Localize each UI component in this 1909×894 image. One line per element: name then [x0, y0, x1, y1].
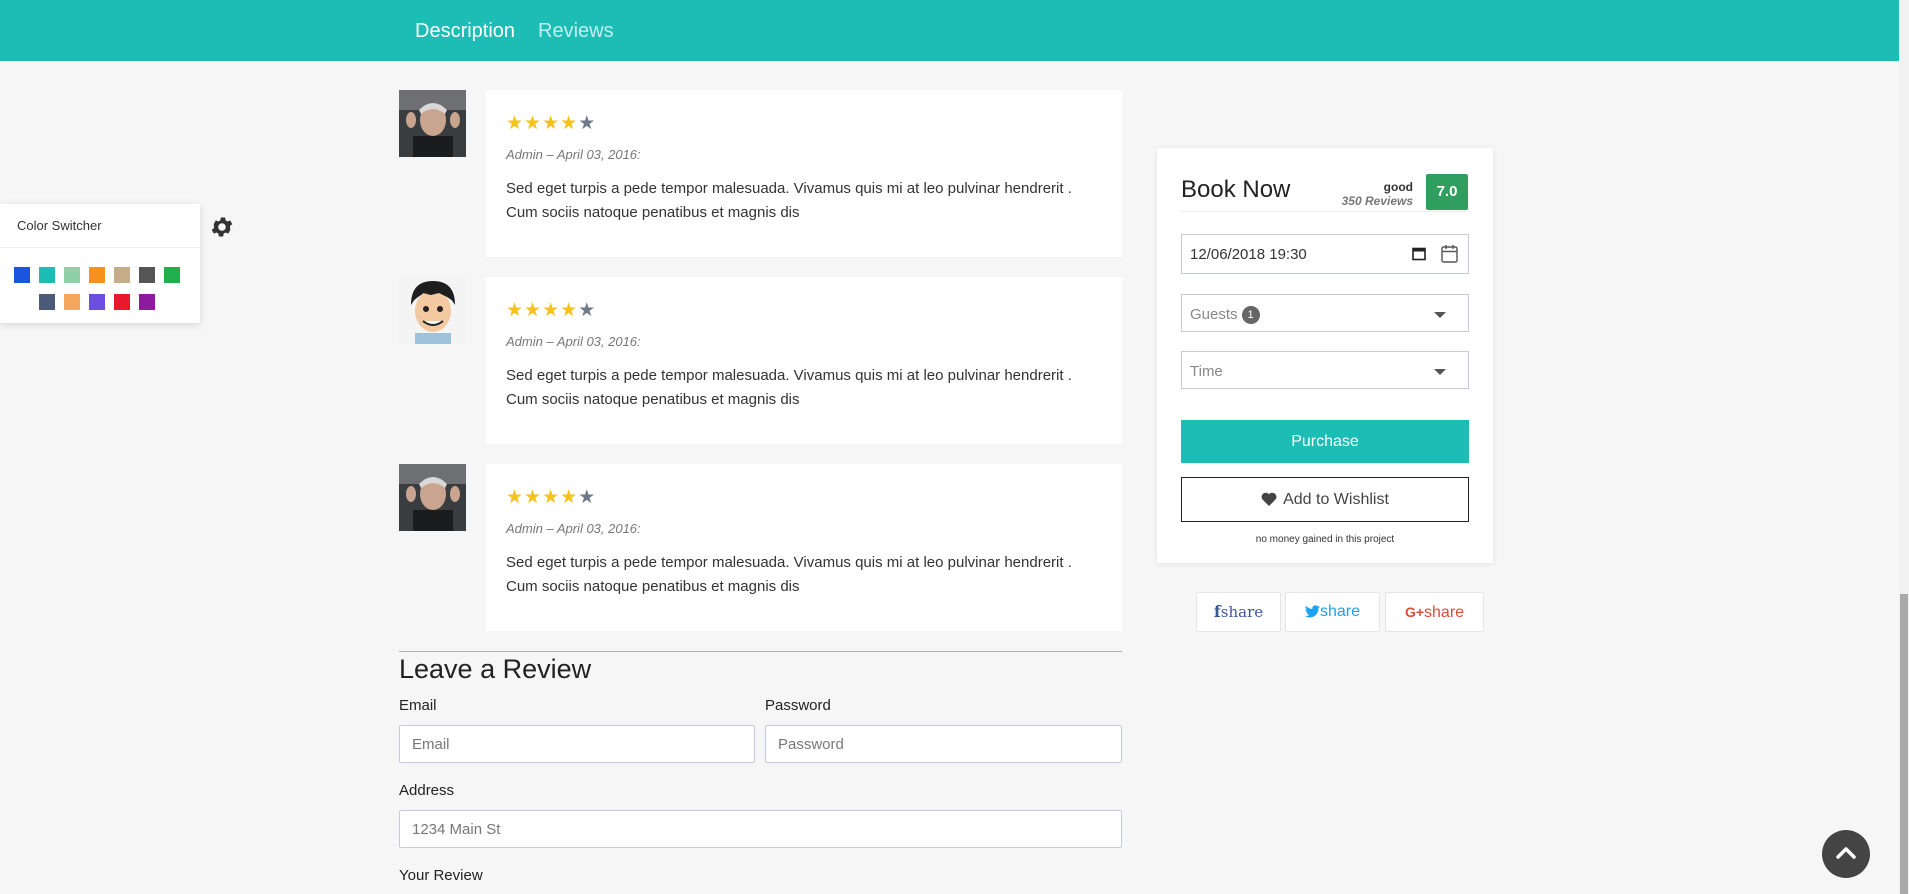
leave-review-heading: Leave a Review [399, 654, 592, 684]
color-swatch-gray[interactable] [139, 267, 155, 283]
star-icon: ★ [578, 487, 597, 508]
review-card: ★★★★★ Admin – April 03, 2016: Sed eget t… [486, 90, 1122, 257]
facebook-icon: f [1213, 602, 1221, 621]
back-to-top-button[interactable] [1822, 830, 1870, 878]
avatar [399, 277, 466, 344]
facebook-share-button[interactable]: fshare [1196, 592, 1281, 632]
guests-label: Guests 1 [1190, 306, 1260, 324]
datetime-input[interactable]: 12/06/2018 19:30 [1181, 234, 1469, 274]
review-text: Sed eget turpis a pede tempor malesuada.… [506, 554, 1072, 595]
top-tab-bar: Description Reviews [0, 0, 1899, 61]
reviews-count: 350 Reviews [1341, 194, 1413, 208]
star-icon: ★ [578, 113, 597, 134]
password-placeholder: Password [778, 736, 844, 753]
color-swatch-mint[interactable] [64, 267, 80, 283]
address-placeholder: 1234 Main St [412, 821, 501, 838]
avatar [399, 90, 466, 157]
twitter-icon [1304, 595, 1320, 633]
star-icon: ★ [578, 300, 597, 321]
time-placeholder: Time [1190, 363, 1223, 380]
rating-stars: ★★★★★ [506, 299, 596, 322]
add-to-wishlist-button[interactable]: Add to Wishlist [1181, 477, 1469, 522]
gear-icon[interactable] [209, 214, 235, 240]
calendar-icon [1441, 244, 1458, 267]
star-icon: ★ [506, 487, 525, 508]
address-field[interactable]: 1234 Main St [399, 810, 1122, 848]
heart-icon [1261, 480, 1277, 523]
google-plus-icon: G+ [1404, 604, 1425, 620]
color-swatch-red[interactable] [114, 294, 130, 310]
email-field[interactable]: Email [399, 725, 755, 763]
purchase-button[interactable]: Purchase [1181, 420, 1469, 463]
star-icon: ★ [542, 487, 561, 508]
star-icon: ★ [560, 113, 579, 134]
page-scrollbar[interactable] [1899, 0, 1909, 894]
datetime-value: 12/06/2018 19:30 [1190, 246, 1307, 263]
review-meta: Admin – April 03, 2016: [506, 521, 641, 536]
color-swatch-tan[interactable] [114, 267, 130, 283]
avatar [399, 464, 466, 531]
facebook-share-label: share [1220, 603, 1264, 621]
review-meta: Admin – April 03, 2016: [506, 147, 641, 162]
star-icon: ★ [524, 487, 543, 508]
rating-word: good [1383, 180, 1413, 194]
booking-title: Book Now [1181, 176, 1291, 203]
color-swatch-purple[interactable] [139, 294, 155, 310]
star-icon: ★ [524, 300, 543, 321]
review-card: ★★★★★ Admin – April 03, 2016: Sed eget t… [486, 464, 1122, 631]
color-switcher-header: Color Switcher [0, 204, 200, 248]
review-meta: Admin – April 03, 2016: [506, 334, 641, 349]
google-plus-share-button[interactable]: G+share [1385, 592, 1484, 632]
star-icon: ★ [560, 300, 579, 321]
twitter-share-label: share [1319, 603, 1361, 620]
review-text: Sed eget turpis a pede tempor malesuada.… [506, 367, 1072, 408]
color-swatch-green[interactable] [164, 267, 180, 283]
guests-count-badge: 1 [1241, 306, 1260, 324]
rating-stars: ★★★★★ [506, 486, 596, 509]
twitter-share-button[interactable]: share [1285, 592, 1380, 632]
color-swatch-blue[interactable] [14, 267, 30, 283]
time-select[interactable]: Time [1181, 351, 1469, 389]
password-field[interactable]: Password [765, 725, 1122, 763]
google-share-label: share [1424, 604, 1465, 621]
star-icon: ★ [524, 113, 543, 134]
star-icon: ★ [542, 300, 561, 321]
review-text: Sed eget turpis a pede tempor malesuada.… [506, 180, 1072, 221]
password-label: Password [765, 697, 831, 714]
scrollbar-thumb[interactable] [1900, 594, 1908, 894]
color-swatch-slate[interactable] [39, 294, 55, 310]
star-icon: ★ [506, 300, 525, 321]
color-swatch-teal[interactable] [39, 267, 55, 283]
guests-label-text: Guests [1190, 306, 1238, 323]
email-label: Email [399, 697, 437, 714]
review-card: ★★★★★ Admin – April 03, 2016: Sed eget t… [486, 277, 1122, 444]
calendar-picker-icon[interactable] [1412, 246, 1426, 265]
email-placeholder: Email [412, 736, 450, 753]
star-icon: ★ [506, 113, 525, 134]
guests-select[interactable]: Guests 1 [1181, 294, 1469, 332]
booking-note: no money gained in this project [1255, 534, 1395, 545]
color-switcher-panel: Color Switcher [0, 204, 200, 323]
star-icon: ★ [560, 487, 579, 508]
tab-reviews[interactable]: Reviews [538, 20, 614, 43]
section-divider [399, 651, 1122, 652]
booking-card: Book Now good 350 Reviews 7.0 12/06/2018… [1157, 148, 1493, 563]
color-swatch-peach[interactable] [64, 294, 80, 310]
wishlist-label: Add to Wishlist [1283, 491, 1389, 508]
chevron-up-icon [1836, 845, 1856, 864]
star-icon: ★ [542, 113, 561, 134]
divider [1181, 211, 1469, 212]
tab-description[interactable]: Description [415, 20, 515, 43]
score-badge: 7.0 [1426, 174, 1468, 210]
color-swatch-orange[interactable] [89, 267, 105, 283]
rating-stars: ★★★★★ [506, 112, 596, 135]
color-swatch-violet[interactable] [89, 294, 105, 310]
color-switcher-title: Color Switcher [17, 218, 102, 233]
chevron-down-icon [1434, 312, 1446, 318]
address-label: Address [399, 782, 455, 799]
your-review-label: Your Review [399, 867, 483, 884]
chevron-down-icon [1434, 369, 1446, 375]
